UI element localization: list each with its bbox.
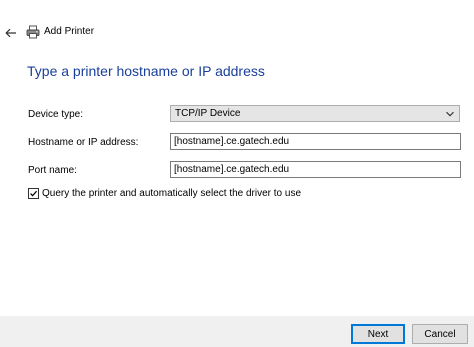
query-printer-checkbox[interactable]	[28, 188, 39, 199]
next-button[interactable]: Next	[351, 324, 405, 344]
title-bar: Add Printer	[0, 0, 474, 52]
port-name-input[interactable]	[170, 161, 461, 178]
window-title: Add Printer	[44, 26, 95, 37]
checkmark-icon	[30, 190, 38, 197]
query-printer-label: Query the printer and automatically sele…	[42, 187, 302, 199]
arrow-left-icon	[5, 28, 16, 38]
hostname-label: Hostname or IP address:	[28, 137, 139, 148]
device-type-select[interactable]: TCP/IP Device	[170, 105, 460, 122]
chevron-down-icon	[446, 111, 454, 117]
page-heading: Type a printer hostname or IP address	[27, 63, 265, 79]
device-type-label: Device type:	[28, 109, 84, 120]
query-printer-option[interactable]: Query the printer and automatically sele…	[28, 187, 301, 200]
port-name-label: Port name:	[28, 165, 77, 176]
back-button[interactable]	[2, 24, 20, 42]
hostname-input[interactable]	[170, 133, 461, 150]
cancel-button[interactable]: Cancel	[412, 324, 468, 344]
device-type-value: TCP/IP Device	[175, 108, 241, 119]
printer-icon	[26, 25, 40, 39]
